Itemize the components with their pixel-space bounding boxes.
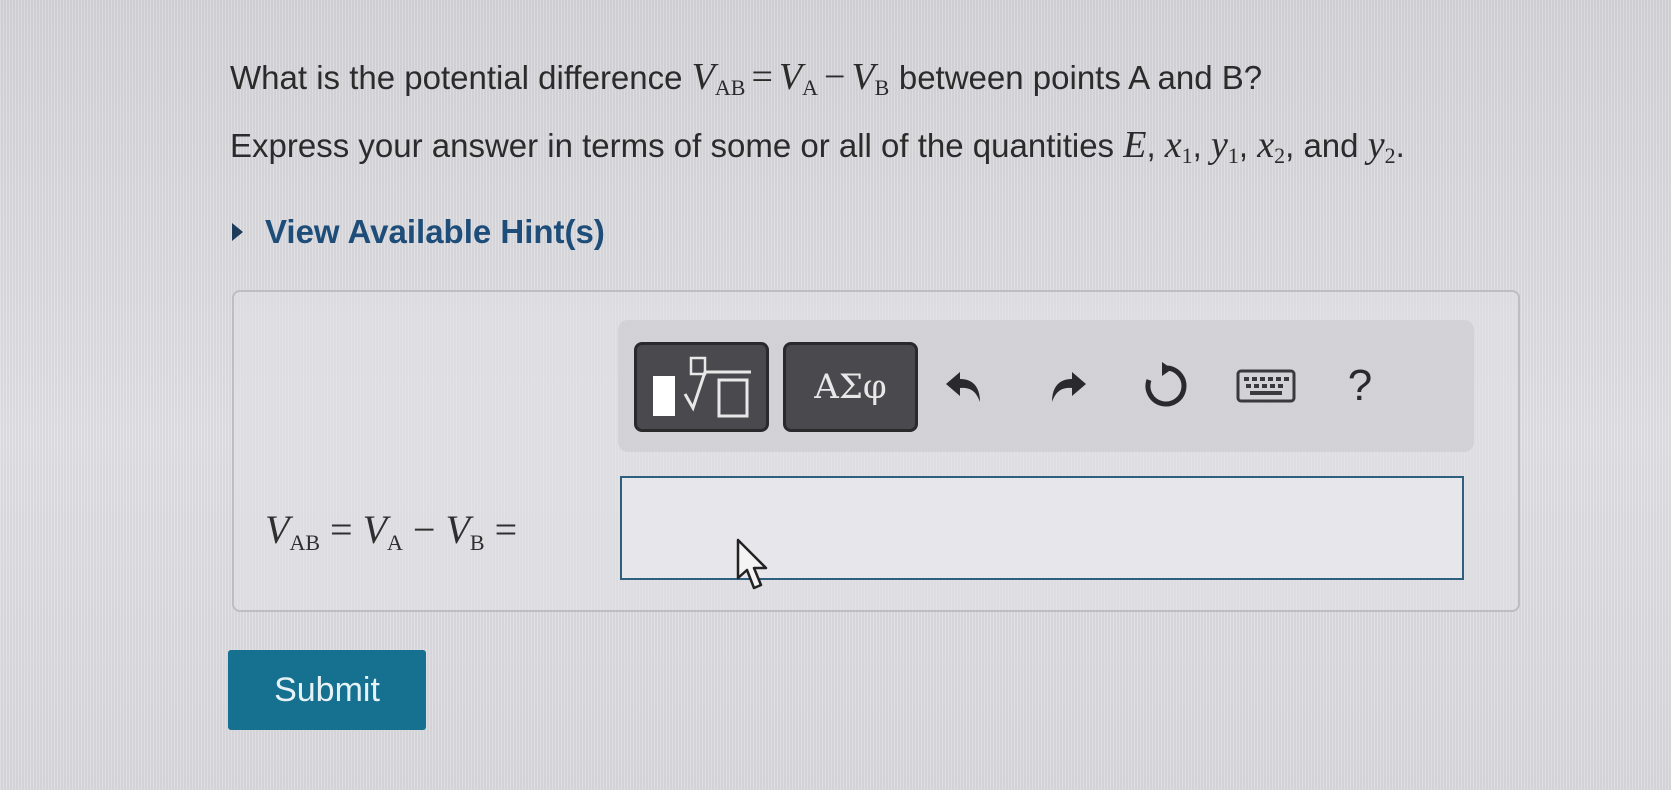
math-toolbar: ΑΣφ ? bbox=[618, 320, 1474, 452]
answer-label: VAB = VA − VB = bbox=[265, 507, 518, 555]
question-text: What is the potential difference VAB = VA −… bbox=[230, 52, 1262, 113]
templates-button[interactable] bbox=[634, 342, 769, 432]
submit-button[interactable]: Submit bbox=[228, 650, 426, 730]
redo-icon[interactable] bbox=[1030, 350, 1102, 422]
caret-right-icon bbox=[232, 223, 243, 241]
quantity-x2: x2 bbox=[1257, 124, 1286, 168]
quantity-y1: y1 bbox=[1211, 124, 1239, 168]
quantity-e: E bbox=[1123, 124, 1147, 166]
reset-icon[interactable] bbox=[1130, 350, 1202, 422]
instruction-text: Express your answer in terms of some or … bbox=[230, 124, 1405, 168]
keyboard-icon[interactable] bbox=[1230, 350, 1302, 422]
undo-icon[interactable] bbox=[930, 350, 1002, 422]
view-hints-label: View Available Hint(s) bbox=[265, 213, 605, 250]
mouse-cursor-icon bbox=[736, 538, 768, 590]
help-icon[interactable]: ? bbox=[1324, 350, 1396, 422]
quantity-x1: x1 bbox=[1164, 124, 1193, 168]
question-suffix: between points A and B? bbox=[898, 59, 1263, 96]
quantity-y2: y2 bbox=[1367, 124, 1396, 168]
instruction-prefix: Express your answer in terms of some or … bbox=[230, 127, 1124, 164]
templates-icon bbox=[652, 356, 751, 418]
view-hints-toggle[interactable]: View Available Hint(s) bbox=[232, 210, 605, 254]
greek-symbols-button[interactable]: ΑΣφ bbox=[783, 342, 918, 432]
question-prefix: What is the potential difference bbox=[230, 59, 692, 96]
math-vab-expression: VAB = VA − VB bbox=[691, 56, 890, 100]
